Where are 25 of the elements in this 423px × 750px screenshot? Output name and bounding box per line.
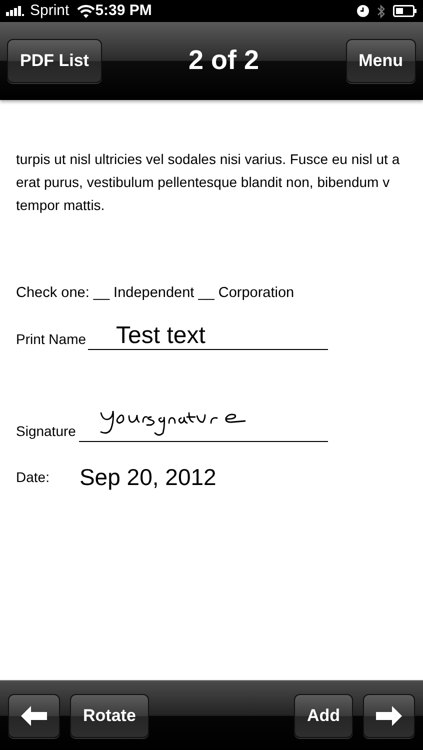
toolbar-button[interactable]: Rotate bbox=[70, 694, 149, 738]
page-title: 2 of 2 bbox=[188, 44, 260, 78]
right-arrow-icon bbox=[376, 706, 402, 726]
pdf-list-button[interactable]: PDF List bbox=[7, 38, 102, 82]
back-button[interactable] bbox=[8, 694, 60, 738]
carrier-name: Sprint bbox=[30, 0, 70, 21]
menu-button[interactable]: Menu bbox=[346, 38, 416, 82]
toolbar-button[interactable]: Add bbox=[294, 694, 353, 738]
bluetooth-icon bbox=[377, 4, 385, 18]
status-time: 5:39 PM bbox=[95, 0, 152, 21]
clock-icon bbox=[357, 5, 369, 17]
date-field[interactable]: Sep 20, 2012 bbox=[79, 460, 216, 494]
left-arrow-icon bbox=[21, 706, 47, 726]
field-label: Print Name bbox=[16, 330, 86, 349]
print-name-field[interactable]: Test text bbox=[88, 322, 328, 350]
field-label: Signature bbox=[16, 422, 76, 441]
paragraph-line: turpis ut nisl ultricies vel sodales nisi varius. Fusce eu nisl ut a bbox=[16, 150, 401, 169]
paragraph-line: erat purus, vestibulum pellentesque blandit non, bibendum v bbox=[16, 173, 391, 192]
signal-icon bbox=[6, 6, 26, 16]
paragraph-line: tempor mattis. bbox=[16, 196, 106, 215]
wifi-icon bbox=[77, 4, 96, 18]
check-one-text: Check one: __ Independent __ Corporation bbox=[16, 284, 296, 303]
field-label: Date: bbox=[16, 468, 50, 486]
battery-icon bbox=[393, 5, 417, 17]
forward-button[interactable] bbox=[363, 694, 415, 738]
